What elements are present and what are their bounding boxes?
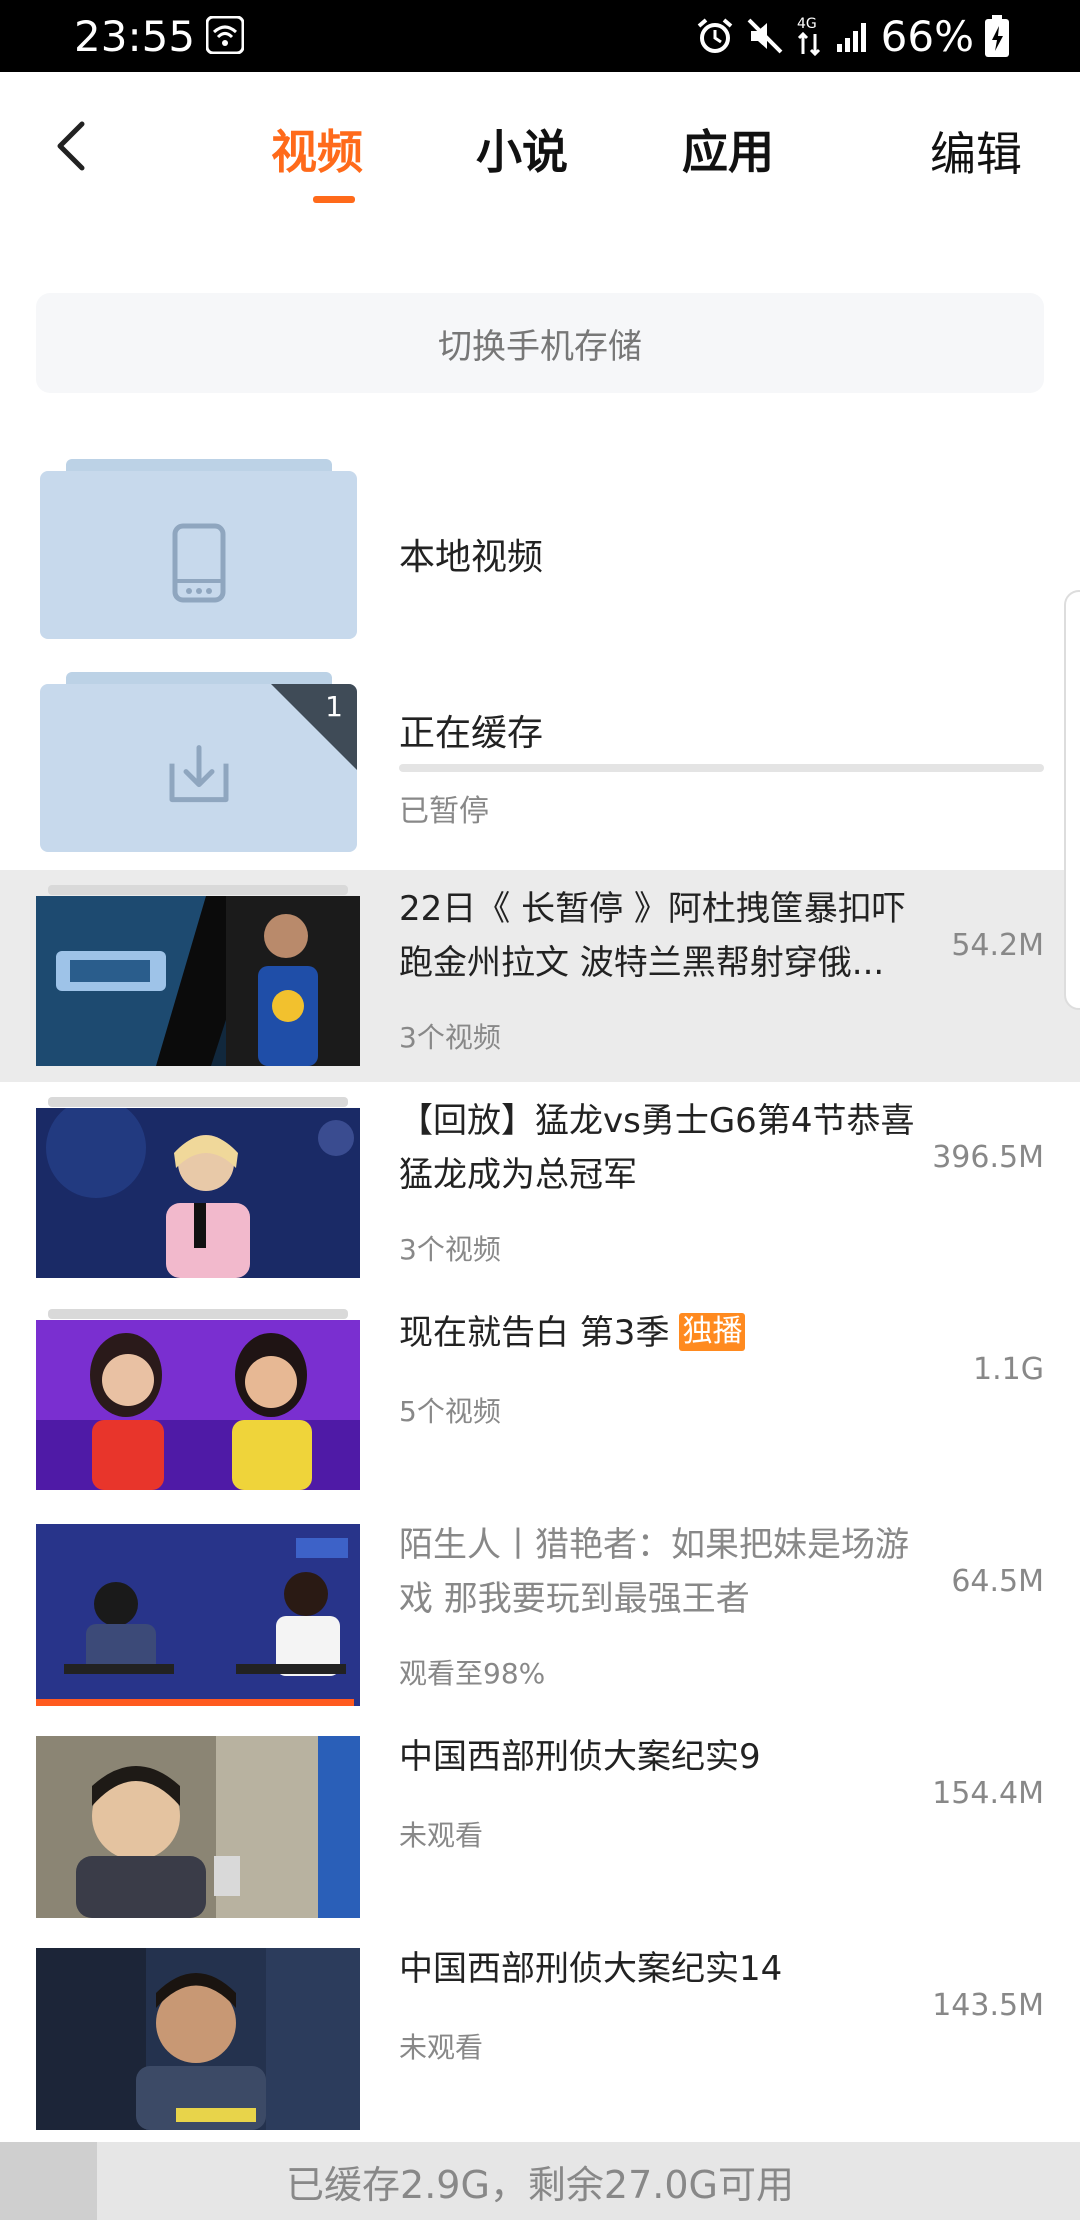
video-size: 1.1G [973,1352,1044,1387]
video-size: 396.5M [932,1140,1044,1175]
back-arrow-icon[interactable] [52,118,88,174]
video-subtitle: 观看至98% [399,1657,546,1690]
network-label: 4G [797,16,817,32]
switch-storage-button[interactable]: 切换手机存储 [36,293,1044,393]
battery-percent: 66% [880,11,974,61]
mute-icon [747,18,783,54]
tab-videos[interactable]: 视频 [271,116,363,182]
video-title: 陌生人丨猎艳者：如果把妹是场游戏 那我要玩到最强王者 [399,1525,909,1619]
alarm-icon [697,18,732,53]
video-thumbnail [36,1108,360,1278]
watched-progress-bar [36,1699,354,1706]
video-title: 中国西部刑侦大案纪实9 [399,1737,761,1777]
video-size: 154.4M [932,1776,1044,1811]
caching-count-badge: 1 [271,684,357,770]
tab-apps[interactable]: 应用 [682,116,774,182]
video-subtitle: 3个视频 [399,1021,501,1054]
active-tab-indicator [313,196,355,203]
caching-folder: 1 [40,672,357,852]
video-thumbnail [36,1736,360,1918]
video-row[interactable]: 22日《 长暂停 》阿杜拽筐暴扣吓跑金州拉文 波特兰黑帮射穿俄... 3个视频 … [0,870,1080,1082]
caching-count: 1 [325,690,343,723]
edit-button[interactable]: 编辑 [930,118,1022,184]
video-title: 中国西部刑侦大案纪实14 [399,1949,783,1989]
video-title: 现在就告白 第3季 独播 [399,1306,939,1360]
phone-icon [172,523,225,603]
video-thumbnail [36,896,360,1066]
local-videos-folder [40,459,357,639]
video-title: 【回放】猛龙vs勇士G6第4节恭喜猛龙成为总冠军 [399,1101,915,1195]
tab-novels[interactable]: 小说 [476,116,568,182]
mobile-data-icon: 4G [797,16,820,57]
video-thumbnail [36,1524,360,1706]
caching-label: 正在缓存 [399,713,544,754]
video-row[interactable]: 中国西部刑侦大案纪实14 未观看 143.5M [0,1930,1080,2142]
video-thumbnail [36,1320,360,1490]
scroll-handle[interactable] [1064,590,1080,1010]
video-size: 64.5M [951,1564,1044,1599]
video-subtitle: 未观看 [399,1819,484,1852]
video-row[interactable]: 中国西部刑侦大案纪实9 未观看 154.4M [0,1718,1080,1930]
download-icon [169,745,228,803]
exclusive-badge: 独播 [679,1313,746,1351]
top-nav: 视频 小说 应用 编辑 [0,72,1080,222]
storage-text: 已缓存2.9G，剩余27.0G可用 [286,2162,794,2207]
battery-charging-icon [985,15,1009,57]
video-subtitle: 5个视频 [399,1395,501,1428]
local-videos-label: 本地视频 [399,537,544,578]
video-row[interactable]: 【回放】猛龙vs勇士G6第4节恭喜猛龙成为总冠军 3个视频 396.5M [0,1082,1080,1294]
status-bar: 23:55 4G 66% [0,0,1080,72]
storage-used-bar [0,2142,98,2220]
status-time: 23:55 [74,12,196,61]
video-subtitle: 未观看 [399,2031,484,2064]
video-row[interactable]: 陌生人丨猎艳者：如果把妹是场游戏 那我要玩到最强王者 观看至98% 64.5M [0,1506,1080,1718]
signal-icon [836,23,866,52]
video-subtitle: 3个视频 [399,1233,501,1266]
video-size: 54.2M [951,928,1044,963]
video-row[interactable]: 现在就告白 第3季 独播 5个视频 1.1G [0,1294,1080,1506]
caching-status: 已暂停 [399,794,489,829]
video-title: 22日《 长暂停 》阿杜拽筐暴扣吓跑金州拉文 波特兰黑帮射穿俄... [399,889,906,983]
video-thumbnail [36,1948,360,2130]
storage-footer: 已缓存2.9G，剩余27.0G可用 [0,2142,1080,2220]
video-size: 143.5M [932,1988,1044,2023]
wifi-icon [206,16,244,54]
video-title-text: 现在就告白 第3季 [399,1313,670,1353]
caching-progress-bar [399,764,1044,772]
